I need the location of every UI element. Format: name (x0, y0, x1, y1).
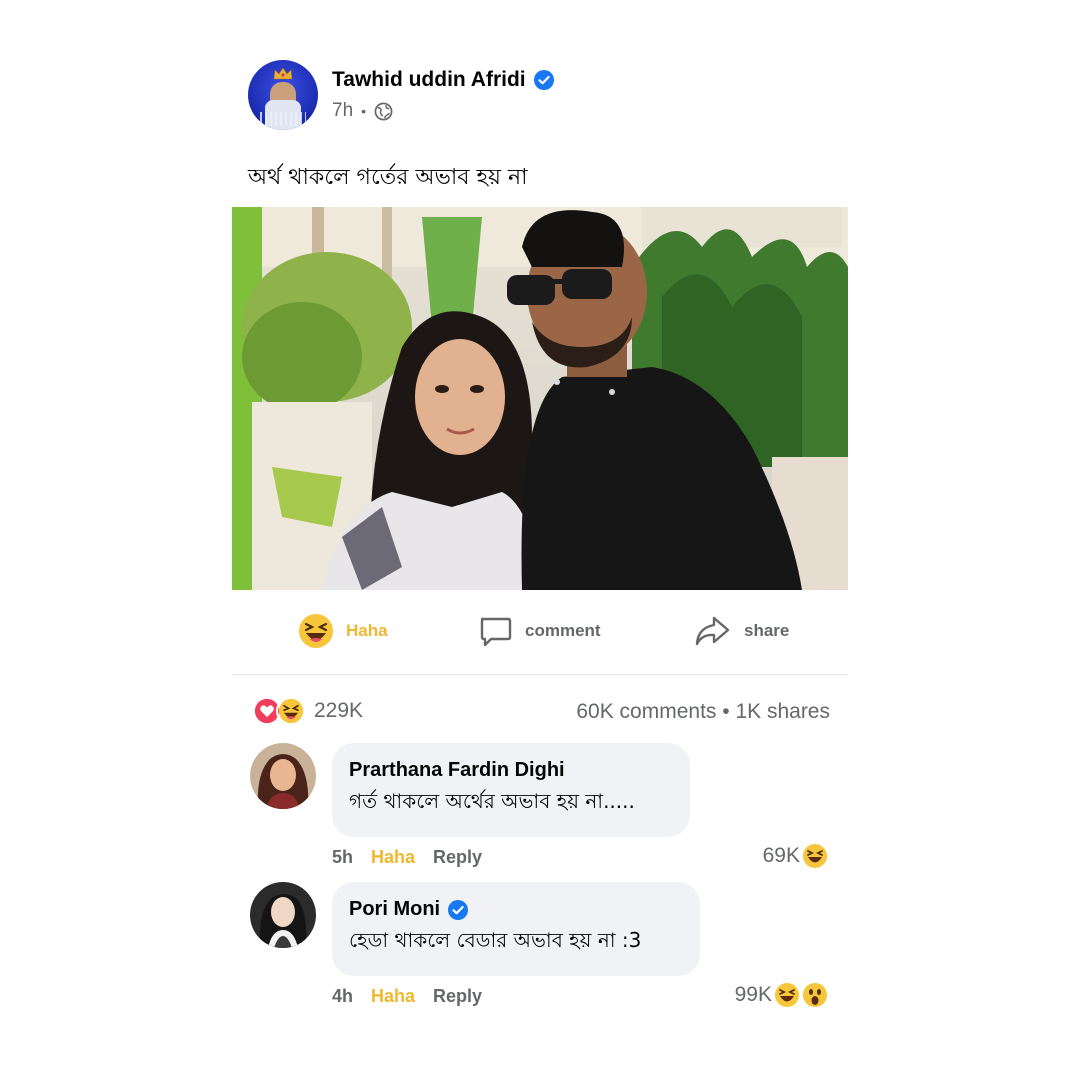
crown-icon (273, 68, 293, 80)
comment-reply-button[interactable]: Reply (433, 847, 482, 868)
comment-haha-button[interactable]: Haha (371, 847, 415, 868)
haha-reaction-icon (803, 844, 827, 868)
commenter-name[interactable]: Pori Moni (349, 898, 440, 921)
post-stats: 229K 60K comments • 1K shares (252, 694, 830, 730)
comment-item: Prarthana Fardin Dighi গর্ত থাকলে অর্থের… (250, 743, 850, 873)
comment-time[interactable]: 5h (332, 847, 353, 868)
post-time[interactable]: 7h (332, 100, 353, 122)
comment-haha-button[interactable]: Haha (371, 986, 415, 1007)
comment-icon (480, 617, 512, 647)
share-button[interactable]: share (692, 606, 789, 656)
comment-bubble: Pori Moni হেডা থাকলে বেডার অভাব হয় না :… (332, 882, 700, 976)
author-name[interactable]: Tawhid uddin Afridi (332, 68, 526, 92)
comment-reply-button[interactable]: Reply (433, 986, 482, 1007)
post-header: Tawhid uddin Afridi 7h • (248, 60, 554, 130)
post-action-bar: Haha comment share (232, 606, 848, 658)
comment-meta: 5h Haha Reply (332, 847, 500, 868)
photo-illustration (232, 207, 848, 590)
comment-time[interactable]: 4h (332, 986, 353, 1007)
share-arrow-icon (695, 616, 730, 646)
post-photo[interactable] (232, 207, 848, 590)
reaction-summary[interactable]: 229K (252, 696, 363, 726)
comment-bubble: Prarthana Fardin Dighi গর্ত থাকলে অর্থের… (332, 743, 690, 837)
comment-reaction-count[interactable]: 69K (763, 843, 828, 869)
haha-reaction-icon (276, 696, 306, 726)
comment-text: হেডা থাকলে বেডার অভাব হয় না :3 (349, 928, 642, 952)
haha-button[interactable]: Haha (298, 606, 388, 656)
haha-label: Haha (346, 621, 388, 640)
commenter-name[interactable]: Prarthana Fardin Dighi (349, 759, 565, 782)
author-avatar[interactable] (248, 60, 318, 130)
comments-shares-count[interactable]: 60K comments • 1K shares (576, 700, 830, 724)
haha-reaction-icon (775, 983, 799, 1007)
haha-emoji-icon (299, 614, 333, 648)
verified-badge-icon (533, 70, 554, 90)
meta-separator: • (361, 103, 367, 119)
comment-label: comment (525, 621, 601, 640)
commenter-avatar[interactable] (250, 743, 316, 809)
comment-item: Pori Moni হেডা থাকলে বেডার অভাব হয় না :… (250, 882, 850, 1012)
comment-text: গর্ত থাকলে অর্থের অভাব হয় না..... (349, 789, 635, 813)
wow-reaction-icon (803, 983, 827, 1007)
commenter-avatar[interactable] (250, 882, 316, 948)
comment-reaction-number: 69K (762, 844, 800, 867)
divider (232, 674, 848, 675)
share-label: share (744, 621, 790, 640)
reaction-count: 229K (314, 699, 364, 722)
comment-reaction-number: 99K (734, 983, 772, 1006)
verified-badge-icon (448, 899, 469, 920)
comment-button[interactable]: comment (477, 606, 601, 656)
comment-meta: 4h Haha Reply (332, 986, 500, 1007)
comment-reaction-count[interactable]: 99K (735, 982, 828, 1008)
globe-icon (374, 102, 393, 120)
post-text: অর্থ থাকলে গর্তের অভাব হয় না (248, 165, 528, 190)
